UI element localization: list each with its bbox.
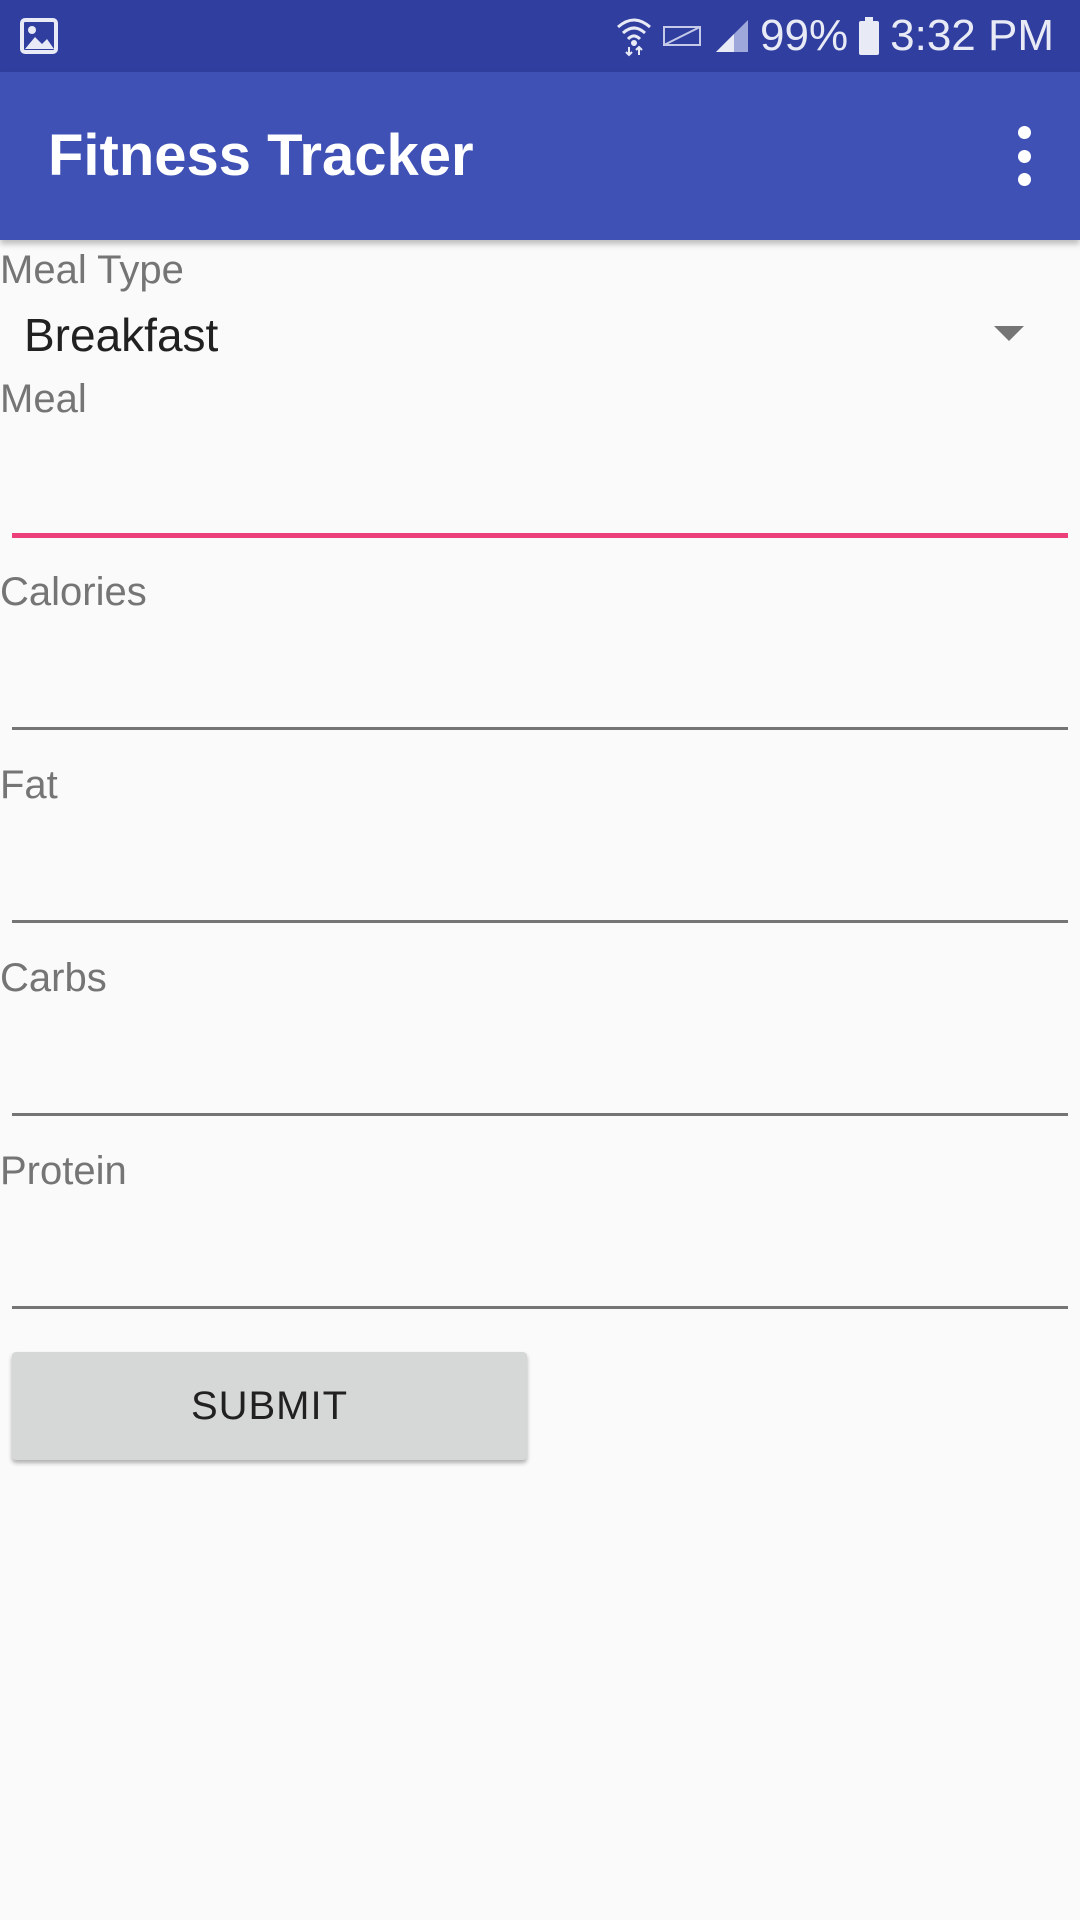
fat-underline <box>12 920 1068 923</box>
meal-type-spinner[interactable]: Breakfast <box>24 308 1034 364</box>
protein-input[interactable] <box>12 1212 1068 1302</box>
meal-type-selected: Breakfast <box>24 309 219 361</box>
status-icons: 99% 3:32 PM <box>616 0 1054 72</box>
protein-underline <box>12 1306 1068 1309</box>
gallery-icon <box>20 18 58 54</box>
meal-label: Meal <box>0 377 87 421</box>
calories-label: Calories <box>0 570 147 614</box>
app-title: Fitness Tracker <box>48 123 474 188</box>
wifi-icon <box>617 18 652 57</box>
meal-underline <box>12 533 1068 538</box>
meal-input[interactable] <box>12 440 1068 530</box>
signal-icon <box>716 20 749 52</box>
status-bar: 99% 3:32 PM <box>0 0 1080 72</box>
submit-button[interactable]: SUBMIT <box>12 1352 527 1460</box>
fat-label: Fat <box>0 763 58 807</box>
calories-underline <box>12 727 1068 730</box>
dropdown-arrow-icon <box>994 326 1024 341</box>
calories-input[interactable] <box>12 633 1068 723</box>
protein-label: Protein <box>0 1149 127 1193</box>
fat-input[interactable] <box>12 826 1068 916</box>
meal-type-label: Meal Type <box>0 248 184 292</box>
carbs-label: Carbs <box>0 956 107 1000</box>
more-vert-icon[interactable] <box>1010 126 1038 186</box>
battery-percent: 99% <box>760 11 849 60</box>
battery-icon <box>859 17 880 55</box>
carbs-input[interactable] <box>12 1019 1068 1109</box>
clock: 3:32 PM <box>890 11 1054 60</box>
app-bar: Fitness Tracker <box>0 72 1080 240</box>
carbs-underline <box>12 1113 1068 1116</box>
no-sim-icon <box>663 26 702 46</box>
